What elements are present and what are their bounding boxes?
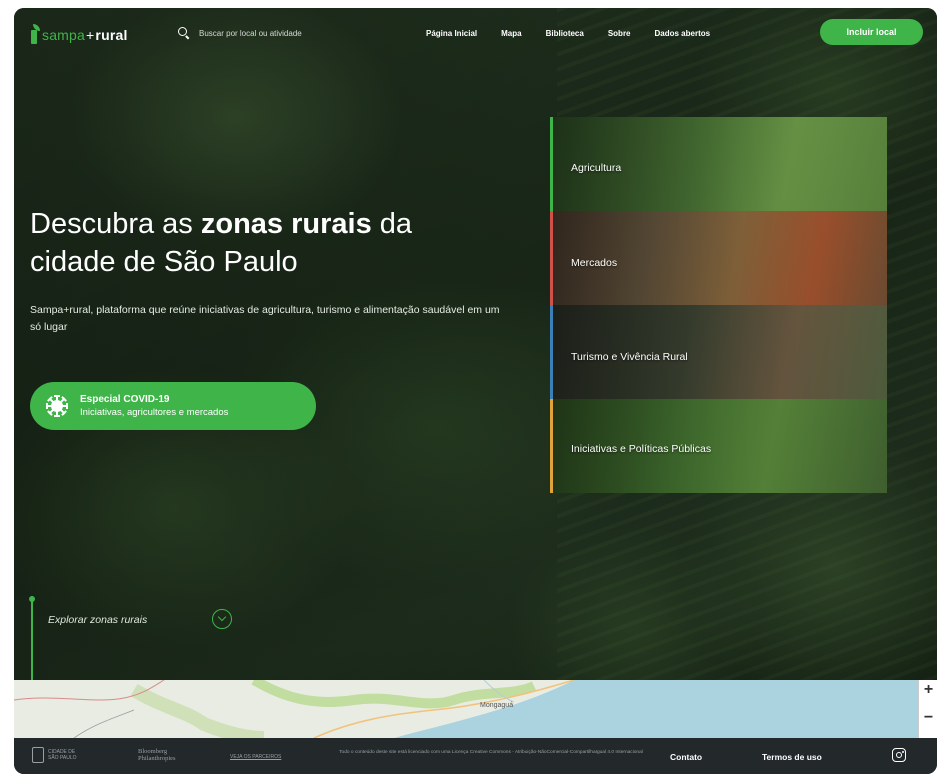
city-logo-line2: SÃO PAULO — [48, 755, 77, 761]
hero-section: sampa+rural Página Inicial Mapa Bibliote… — [14, 8, 937, 692]
category-cards: Agricultura Mercados Turismo e Vivência … — [550, 117, 887, 493]
bloomberg-line1: Bloomberg — [138, 748, 168, 755]
nav-link-biblioteca[interactable]: Biblioteca — [546, 29, 584, 38]
terms-link[interactable]: Termos de uso — [762, 752, 822, 762]
add-place-button[interactable]: Incluir local — [820, 19, 923, 45]
hero-title-pre: Descubra as — [30, 208, 201, 240]
city-crest-icon — [32, 747, 44, 763]
category-label: Turismo e Vivência Rural — [571, 351, 688, 363]
partners-link[interactable]: VEJA OS PARCEIROS — [230, 754, 281, 760]
nav-link-dados-abertos[interactable]: Dados abertos — [655, 29, 711, 38]
search-bar — [178, 26, 379, 40]
explore-scroll-button[interactable] — [212, 609, 232, 629]
chevron-down-icon — [217, 612, 227, 622]
category-label: Mercados — [571, 257, 618, 269]
nav-link-sobre[interactable]: Sobre — [608, 29, 631, 38]
top-navigation: sampa+rural Página Inicial Mapa Bibliote… — [14, 8, 937, 58]
card-accent-bar — [550, 399, 553, 493]
instagram-icon[interactable] — [892, 748, 906, 762]
bloomberg-logo[interactable]: Bloomberg Philanthropies — [138, 748, 176, 762]
license-text: Todo o conteúdo deste site está licencia… — [339, 750, 643, 755]
search-input[interactable] — [199, 28, 379, 38]
page-frame: sampa+rural Página Inicial Mapa Bibliote… — [14, 8, 937, 774]
covid-title: Especial COVID-19 — [80, 394, 170, 405]
explore-line — [31, 596, 33, 692]
sprout-logo-icon — [28, 24, 40, 44]
category-card-iniciativas[interactable]: Iniciativas e Políticas Públicas — [550, 399, 887, 493]
city-logo[interactable]: CIDADE DE SÃO PAULO — [32, 747, 77, 763]
logo-text: sampa+rural — [42, 26, 128, 44]
site-logo[interactable]: sampa+rural — [28, 18, 128, 44]
card-accent-bar — [550, 305, 553, 399]
card-accent-bar — [550, 211, 553, 305]
site-footer: CIDADE DE SÃO PAULO Bloomberg Philanthro… — [14, 738, 937, 774]
nav-link-inicio[interactable]: Página Inicial — [426, 29, 477, 38]
covid-button-text: Especial COVID-19 Iniciativas, agriculto… — [80, 393, 228, 419]
search-icon[interactable] — [178, 27, 190, 40]
city-logo-text: CIDADE DE SÃO PAULO — [48, 749, 77, 761]
nav-link-mapa[interactable]: Mapa — [501, 29, 521, 38]
explore-label[interactable]: Explorar zonas rurais — [48, 614, 147, 626]
category-card-agricultura[interactable]: Agricultura — [550, 117, 887, 211]
category-label: Agricultura — [571, 162, 622, 174]
map-place-label: Mongaguá — [480, 702, 514, 709]
logo-part-rural: rural — [95, 27, 128, 43]
hero-subtitle: Sampa+rural, plataforma que reúne inicia… — [30, 304, 500, 333]
hero-title-highlight: zonas rurais — [200, 208, 372, 240]
explore-dot — [29, 596, 35, 602]
category-card-mercados[interactable]: Mercados — [550, 211, 887, 305]
category-card-turismo[interactable]: Turismo e Vivência Rural — [550, 305, 887, 399]
contact-link[interactable]: Contato — [670, 752, 702, 762]
nav-links: Página Inicial Mapa Biblioteca Sobre Dad… — [426, 26, 710, 40]
covid-subtitle: Iniciativas, agricultores e mercados — [80, 407, 229, 418]
map-tiles — [14, 680, 918, 738]
category-label: Iniciativas e Políticas Públicas — [571, 443, 712, 455]
virus-icon — [46, 395, 68, 417]
hero-title: Descubra as zonas rurais da cidade de Sã… — [30, 205, 500, 281]
logo-part-sampa: sampa — [42, 27, 86, 43]
map-zoom-controls: + − — [918, 680, 937, 738]
bloomberg-line2: Philanthropies — [138, 755, 176, 762]
zoom-out-button[interactable]: − — [919, 708, 937, 728]
map-preview[interactable]: Mongaguá + − — [14, 680, 937, 738]
zoom-in-button[interactable]: + — [919, 680, 937, 700]
card-accent-bar — [550, 117, 553, 211]
logo-plus: + — [86, 27, 95, 43]
covid-special-button[interactable]: Especial COVID-19 Iniciativas, agriculto… — [30, 382, 316, 430]
